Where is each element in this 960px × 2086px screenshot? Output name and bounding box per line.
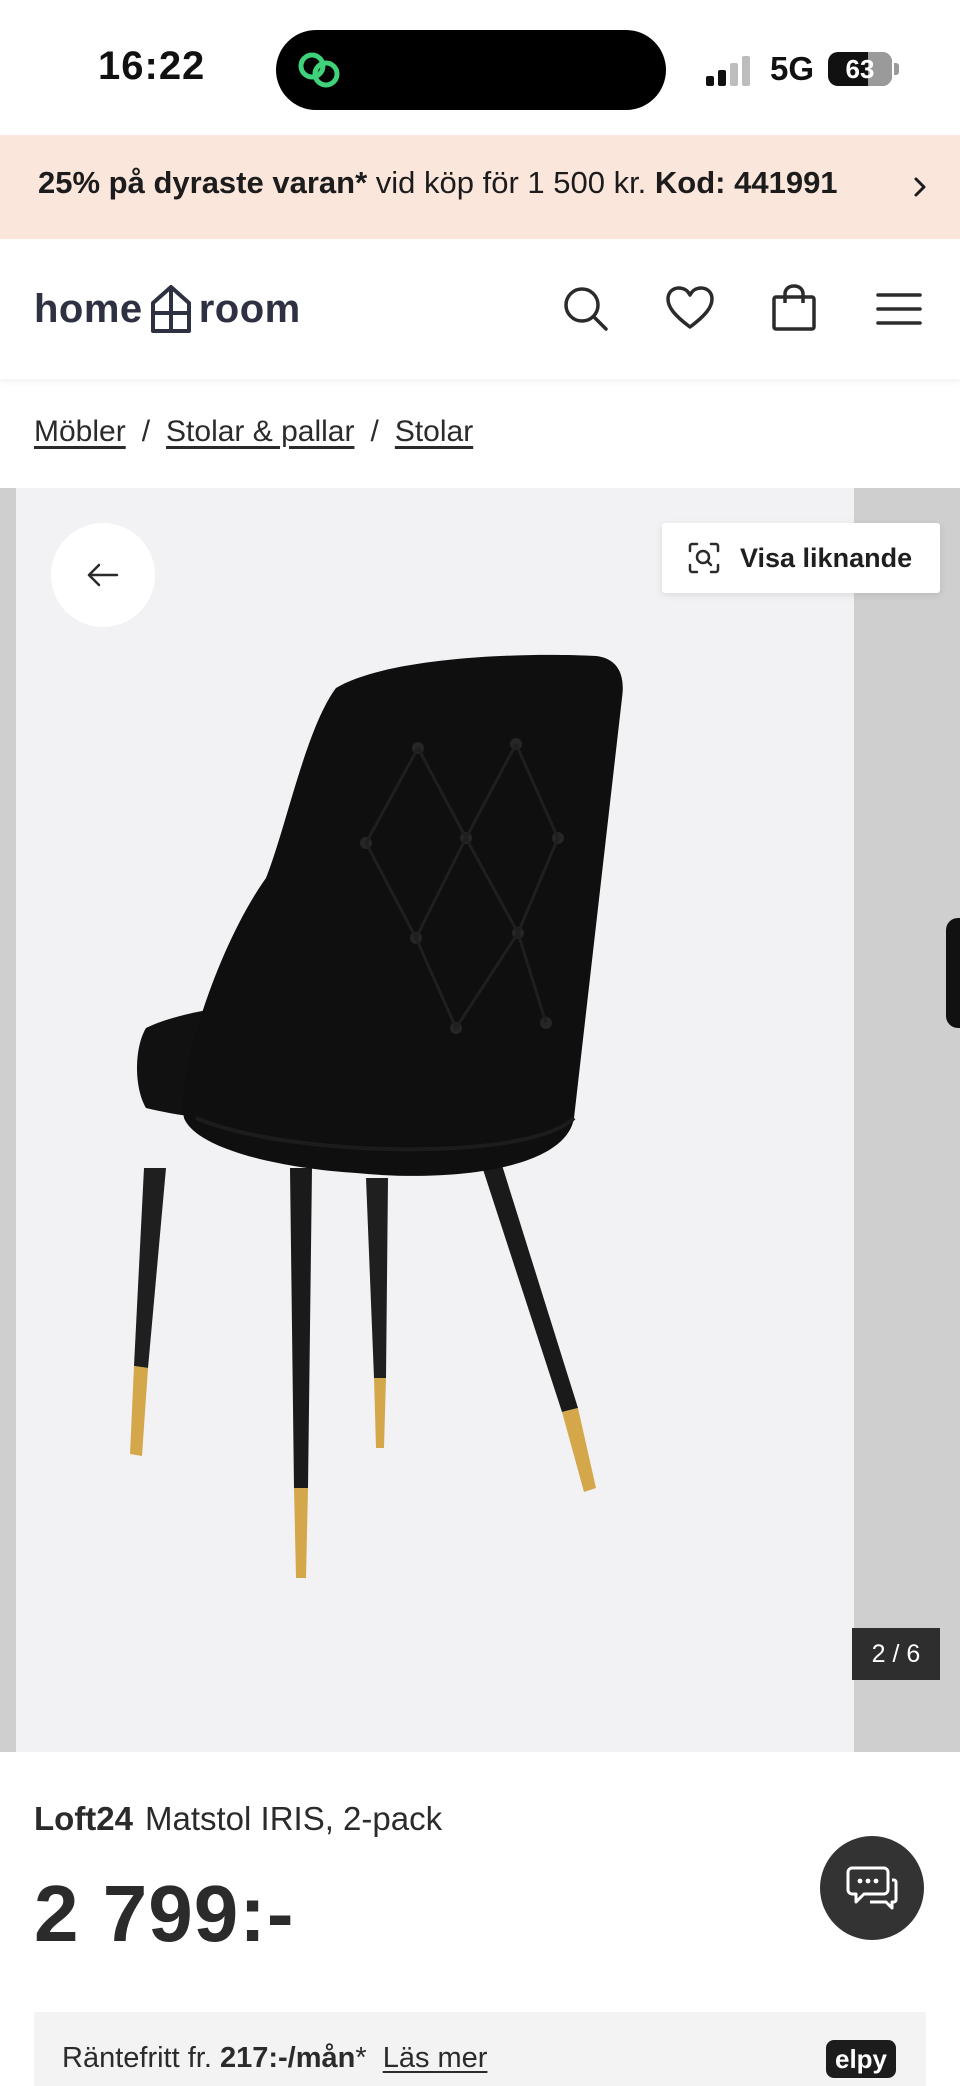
chat-bubbles-icon — [846, 1866, 898, 1910]
hamburger-menu-icon[interactable] — [874, 283, 926, 335]
logo-text-left: home — [34, 286, 143, 331]
promo-banner[interactable]: 25% på dyraste varan* vid köp för 1 500 … — [0, 135, 960, 239]
heart-icon[interactable] — [664, 283, 716, 335]
cellular-signal-icon — [706, 56, 750, 86]
next-image-peek[interactable] — [946, 918, 960, 1028]
product-name: Matstol IRIS, 2-pack — [145, 1800, 443, 1837]
product-price: 2 799:- — [34, 1869, 295, 1958]
breadcrumb: Möbler / Stolar & pallar / Stolar — [34, 415, 473, 449]
financing-suffix: * — [355, 2042, 375, 2074]
house-logo-icon — [150, 285, 191, 333]
financing-box: Räntefritt fr. 217:-/mån* Läs mer elpy — [34, 2012, 926, 2086]
product-brand[interactable]: Loft24 — [34, 1800, 133, 1837]
product-image[interactable]: Visa liknande 2 / 6 — [16, 488, 940, 1752]
chair-product-image — [130, 654, 623, 1578]
show-similar-button[interactable]: Visa liknande — [662, 523, 940, 593]
homeroom-logo[interactable]: home room — [34, 281, 301, 337]
network-type: 5G — [770, 50, 815, 87]
product-title: Loft24 Matstol IRIS, 2-pack — [34, 1800, 442, 1838]
visual-search-icon — [688, 542, 720, 574]
show-similar-label: Visa liknande — [740, 542, 913, 573]
breadcrumb-separator: / — [370, 415, 379, 448]
breadcrumb-link-stolar[interactable]: Stolar — [395, 415, 473, 448]
chat-button[interactable] — [820, 1836, 924, 1940]
breadcrumb-link-stolar-pallar[interactable]: Stolar & pallar — [166, 415, 354, 448]
status-time: 16:22 — [98, 44, 206, 88]
promo-discount: 25% på dyraste varan* — [38, 165, 368, 200]
site-header: home room — [0, 239, 960, 379]
promo-code: Kod: 441991 — [654, 165, 838, 200]
logo-text-right: room — [198, 286, 301, 331]
breadcrumb-separator: / — [141, 415, 151, 448]
battery-icon: 63 — [828, 52, 899, 86]
financing-read-more-link[interactable]: Läs mer — [383, 2042, 488, 2074]
shopping-bag-icon[interactable] — [768, 283, 820, 335]
search-icon[interactable] — [560, 283, 612, 335]
financing-prefix: Räntefritt fr. — [62, 2042, 220, 2074]
gallery-back-button[interactable] — [51, 523, 155, 627]
financing-text: Räntefritt fr. 217:-/mån* Läs mer — [62, 2042, 487, 2075]
promo-text: 25% på dyraste varan* vid köp för 1 500 … — [38, 165, 838, 201]
financing-amount: 217:-/mån — [219, 2042, 356, 2074]
battery-level: 63 — [845, 54, 875, 84]
link-activity-icon — [298, 52, 340, 88]
promo-condition: vid köp för 1 500 kr. — [367, 165, 655, 200]
product-gallery[interactable]: Visa liknande 2 / 6 — [0, 488, 960, 1752]
elpy-logo: elpy — [826, 2040, 896, 2078]
image-counter: 2 / 6 — [852, 1628, 940, 1680]
breadcrumb-link-mobler[interactable]: Möbler — [34, 415, 126, 448]
chevron-right-icon[interactable] — [910, 169, 934, 205]
dynamic-island — [276, 30, 666, 110]
arrow-left-icon — [87, 563, 119, 587]
status-bar: 16:22 5G 63 — [0, 0, 960, 135]
